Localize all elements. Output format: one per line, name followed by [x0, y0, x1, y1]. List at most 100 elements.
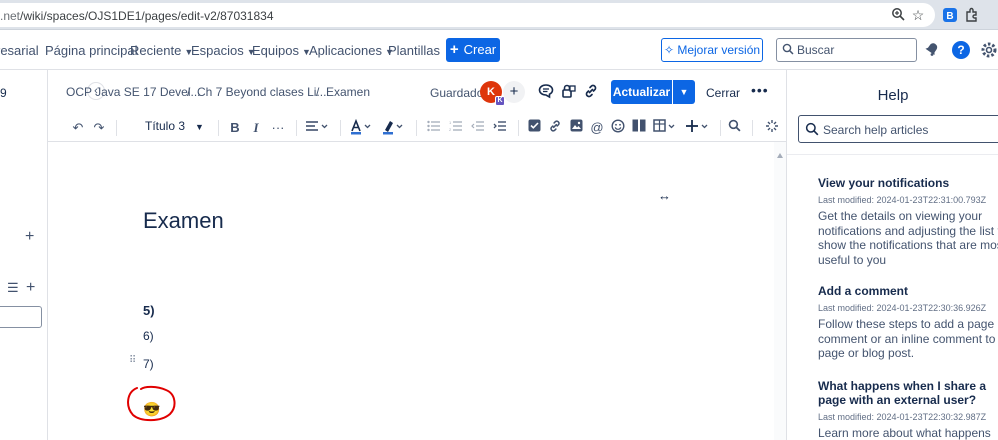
- zoom-icon[interactable]: [890, 7, 906, 23]
- help-icon[interactable]: ?: [952, 41, 970, 59]
- image-icon[interactable]: [568, 119, 584, 137]
- sidebar-search-field[interactable]: [0, 306, 42, 328]
- help-article-description: Get the details on viewing your notifica…: [818, 209, 998, 267]
- sidebar-fragment-text: 9: [0, 86, 7, 100]
- save-status: Guardado: [430, 86, 484, 100]
- comment-icon[interactable]: [537, 83, 555, 101]
- url-field[interactable]: .net/wiki/spaces/OJS1DE1/pages/edit-v2/8…: [0, 3, 935, 27]
- help-article[interactable]: View your notifications Last modified: 2…: [818, 176, 998, 267]
- outdent-icon[interactable]: [470, 119, 486, 137]
- page-title[interactable]: Examen: [143, 208, 224, 234]
- nav-item-templates[interactable]: Plantillas: [388, 43, 440, 58]
- add-content-plus-icon[interactable]: +: [26, 279, 35, 297]
- redo-icon[interactable]: ↷: [91, 119, 107, 137]
- link-icon[interactable]: [547, 119, 563, 137]
- help-panel-title: Help: [877, 87, 909, 104]
- toolbar-divider: [518, 120, 519, 136]
- undo-icon[interactable]: ↶: [70, 119, 86, 137]
- plus-icon: +: [449, 41, 459, 58]
- layouts-icon[interactable]: [631, 119, 647, 137]
- help-article-modified: Last modified: 2024-01-23T22:30:32.987Z: [818, 412, 987, 422]
- highlight-icon[interactable]: [380, 119, 406, 137]
- alignment-icon[interactable]: [304, 119, 330, 137]
- text-style-select[interactable]: Título 3 ▼: [145, 119, 204, 133]
- close-button[interactable]: Cerrar: [706, 86, 740, 100]
- help-article-description: Learn more about what happens when: [818, 426, 991, 440]
- breadcrumb-item-parent[interactable]: Ch 7 Beyond clases Li...: [197, 85, 326, 99]
- upgrade-button[interactable]: ✧ Mejorar versión: [661, 38, 763, 62]
- table-icon[interactable]: [652, 119, 678, 137]
- chevron-down-icon: ▼: [195, 122, 204, 132]
- avatar[interactable]: KK: [480, 81, 505, 106]
- nav-item-empresarial[interactable]: resarial: [0, 43, 39, 58]
- insert-more-icon[interactable]: [685, 119, 711, 137]
- update-options-button[interactable]: ▼: [673, 80, 695, 104]
- nav-item-teams[interactable]: Equipos ▼: [252, 43, 311, 58]
- url-text[interactable]: .net/wiki/spaces/OJS1DE1/pages/edit-v2/8…: [0, 9, 274, 23]
- nav-item-recent[interactable]: Reciente ▼: [130, 43, 193, 58]
- extension-b-icon[interactable]: B: [942, 7, 958, 23]
- toolbar-divider: [416, 120, 417, 136]
- help-article-title[interactable]: Add a comment: [818, 284, 998, 298]
- url-domain: .net: [0, 9, 21, 23]
- mention-icon[interactable]: @: [589, 119, 605, 137]
- help-search[interactable]: [798, 115, 998, 143]
- help-panel: Help View your notifications Last modifi…: [786, 70, 998, 440]
- create-button[interactable]: + Crear: [446, 38, 500, 62]
- scroll-up-arrow-icon[interactable]: [777, 146, 783, 158]
- add-page-plus-icon[interactable]: +: [25, 228, 34, 246]
- paragraph-line[interactable]: 7): [143, 357, 154, 371]
- toolbar-divider: [218, 120, 219, 136]
- italic-icon[interactable]: I: [250, 119, 262, 137]
- indent-icon[interactable]: [492, 119, 508, 137]
- bold-icon[interactable]: B: [228, 119, 242, 137]
- breadcrumb-separator: /: [187, 85, 191, 99]
- help-article-modified: Last modified: 2024-01-23T22:31:00.793Z: [818, 195, 987, 205]
- bookmark-star-icon[interactable]: ☆: [910, 7, 926, 23]
- find-search-icon[interactable]: [726, 119, 742, 137]
- global-search-input[interactable]: [797, 42, 912, 58]
- nav-item-spaces[interactable]: Espacios ▼: [191, 43, 256, 58]
- nav-item-home[interactable]: Página principal: [45, 43, 138, 58]
- toolbar-divider: [752, 120, 753, 136]
- help-article[interactable]: Add a comment Last modified: 2024-01-23T…: [818, 284, 998, 361]
- numbered-list-icon[interactable]: 12: [448, 119, 464, 137]
- notifications-bell-icon[interactable]: [924, 41, 940, 60]
- breadcrumb-item-space[interactable]: OCP Java SE 17 Devel...: [66, 85, 201, 99]
- help-article-modified: Last modified: 2024-01-23T22:30:36.926Z: [818, 303, 987, 313]
- editor-toolbar: ↶ ↷ Título 3 ▼ B I ··· 12 @: [48, 114, 786, 142]
- bullet-list-icon[interactable]: [426, 119, 442, 137]
- global-search[interactable]: [776, 38, 917, 62]
- drag-handle-icon[interactable]: ⠿: [129, 355, 136, 366]
- more-formatting-icon[interactable]: ···: [270, 119, 286, 137]
- editor-scrollbar[interactable]: [774, 142, 786, 440]
- browser-address-bar: .net/wiki/spaces/OJS1DE1/pages/edit-v2/8…: [0, 0, 998, 30]
- update-button[interactable]: Actualizar: [611, 80, 672, 104]
- paragraph-line[interactable]: 6): [143, 329, 154, 343]
- help-search-input[interactable]: [823, 122, 998, 138]
- filter-icon[interactable]: ☰: [7, 280, 19, 296]
- toolbar-divider: [340, 120, 341, 136]
- ai-sparkle-icon[interactable]: [764, 119, 780, 137]
- copy-link-icon[interactable]: [582, 83, 600, 101]
- editor-content[interactable]: ↔ Examen 5) 6) ⠿ 7) 😎: [48, 142, 786, 440]
- invite-collaborator-button[interactable]: +: [503, 81, 525, 103]
- toolbar-divider: [720, 120, 721, 136]
- search-icon: [805, 122, 819, 139]
- emoji-icon[interactable]: [610, 119, 626, 137]
- help-article-title[interactable]: What happens when I share a page with an…: [818, 379, 998, 407]
- full-width-toggle-icon[interactable]: ↔: [658, 188, 671, 203]
- action-item-checkbox-icon[interactable]: [526, 119, 542, 137]
- settings-gear-icon[interactable]: [980, 41, 998, 62]
- svg-text:2: 2: [449, 127, 452, 132]
- help-article[interactable]: What happens when I share a page with an…: [818, 379, 998, 440]
- paragraph-line[interactable]: 5): [143, 303, 155, 318]
- breadcrumb-item-current[interactable]: Examen: [326, 85, 370, 99]
- breadcrumb-separator: /: [316, 85, 320, 99]
- more-actions-icon[interactable]: •••: [751, 82, 769, 98]
- help-article-title[interactable]: View your notifications: [818, 176, 998, 190]
- restrictions-lock-icon[interactable]: [559, 83, 577, 101]
- nav-item-apps[interactable]: Aplicaciones ▼: [309, 43, 394, 58]
- extensions-puzzle-icon[interactable]: [964, 7, 980, 23]
- text-color-icon[interactable]: [348, 118, 374, 137]
